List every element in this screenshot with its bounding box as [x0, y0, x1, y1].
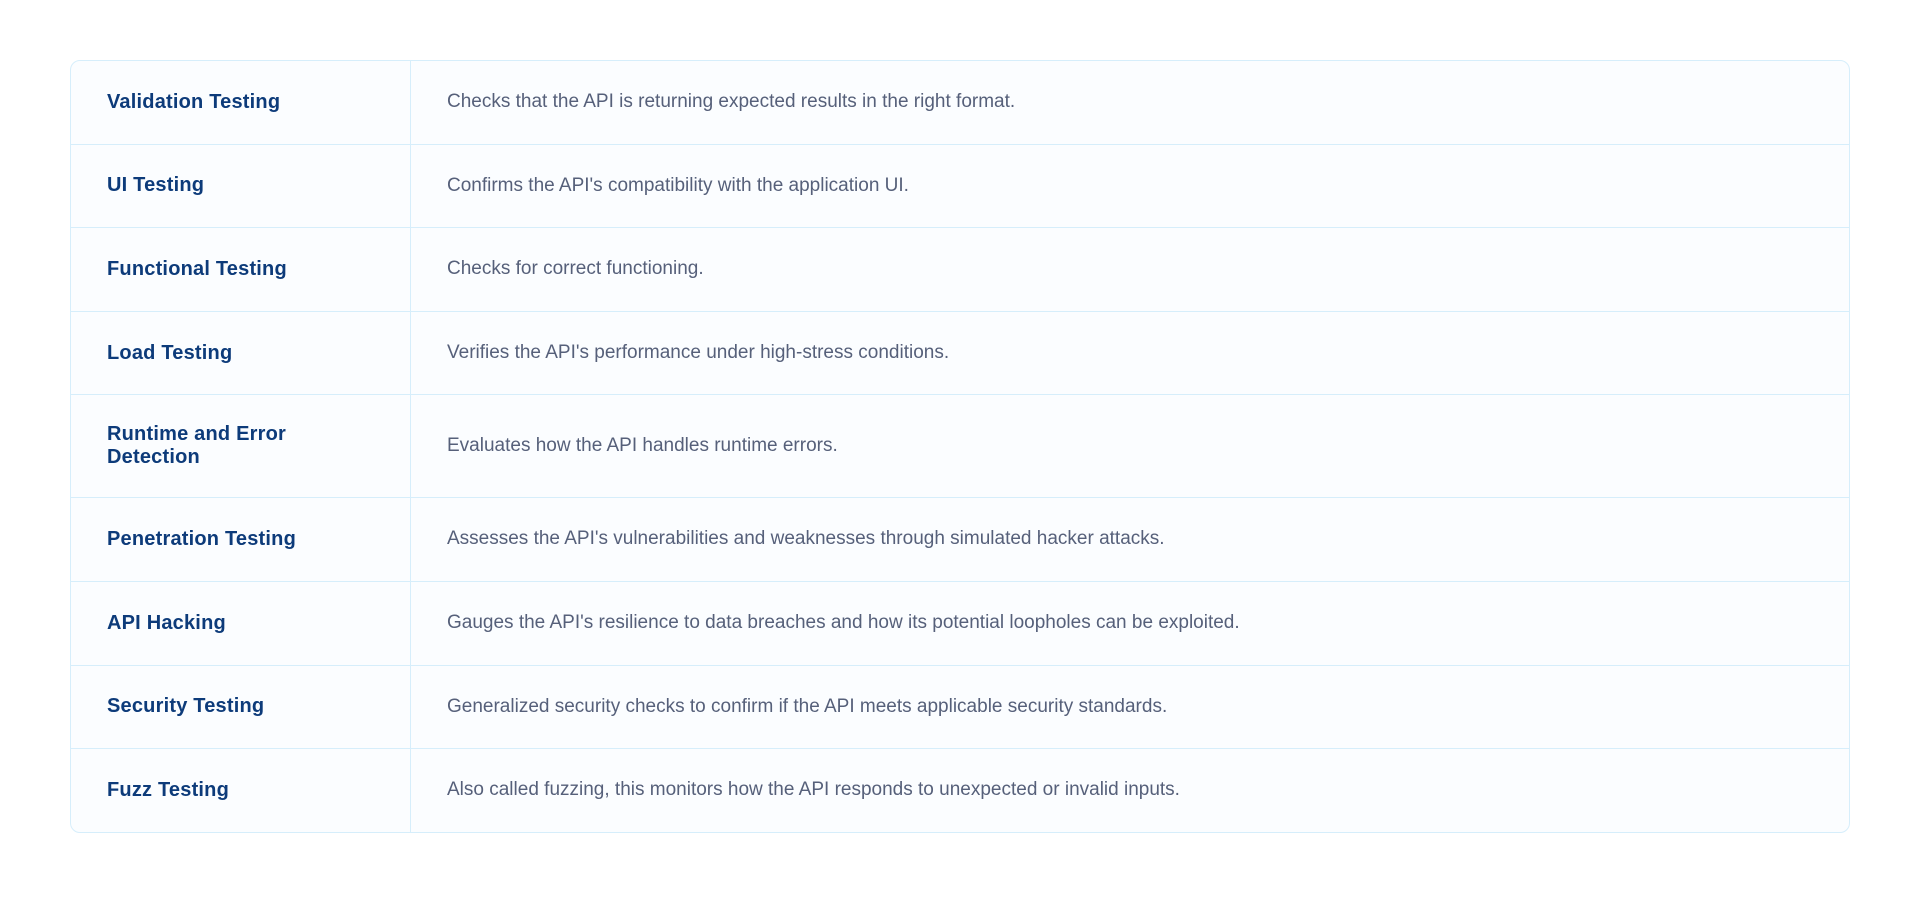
- term-cell: API Hacking: [71, 582, 411, 665]
- term-cell: Load Testing: [71, 312, 411, 395]
- description-cell: Verifies the API's performance under hig…: [411, 312, 1849, 395]
- table-row: Runtime and Error Detection Evaluates ho…: [71, 395, 1849, 498]
- term-label: Functional Testing: [107, 258, 287, 281]
- description-cell: Confirms the API's compatibility with th…: [411, 145, 1849, 228]
- term-label: Penetration Testing: [107, 528, 296, 551]
- term-cell: UI Testing: [71, 145, 411, 228]
- term-label: API Hacking: [107, 612, 226, 635]
- term-cell: Validation Testing: [71, 61, 411, 144]
- table-row: Security Testing Generalized security ch…: [71, 666, 1849, 750]
- description-cell: Generalized security checks to confirm i…: [411, 666, 1849, 749]
- table-row: Functional Testing Checks for correct fu…: [71, 228, 1849, 312]
- description-text: Gauges the API's resilience to data brea…: [447, 610, 1240, 637]
- description-cell: Assesses the API's vulnerabilities and w…: [411, 498, 1849, 581]
- description-cell: Gauges the API's resilience to data brea…: [411, 582, 1849, 665]
- description-text: Also called fuzzing, this monitors how t…: [447, 777, 1180, 804]
- description-text: Evaluates how the API handles runtime er…: [447, 433, 838, 460]
- table-row: Penetration Testing Assesses the API's v…: [71, 498, 1849, 582]
- term-label: Validation Testing: [107, 91, 280, 114]
- term-cell: Functional Testing: [71, 228, 411, 311]
- description-cell: Checks that the API is returning expecte…: [411, 61, 1849, 144]
- table-row: Load Testing Verifies the API's performa…: [71, 312, 1849, 396]
- description-cell: Checks for correct functioning.: [411, 228, 1849, 311]
- term-label: Runtime and Error Detection: [107, 423, 380, 469]
- description-text: Generalized security checks to confirm i…: [447, 694, 1167, 721]
- term-cell: Security Testing: [71, 666, 411, 749]
- testing-types-table: Validation Testing Checks that the API i…: [70, 60, 1850, 833]
- description-cell: Also called fuzzing, this monitors how t…: [411, 749, 1849, 832]
- description-cell: Evaluates how the API handles runtime er…: [411, 395, 1849, 497]
- term-label: Security Testing: [107, 695, 264, 718]
- description-text: Checks that the API is returning expecte…: [447, 89, 1015, 116]
- table-row: Fuzz Testing Also called fuzzing, this m…: [71, 749, 1849, 832]
- description-text: Verifies the API's performance under hig…: [447, 340, 949, 367]
- table-row: Validation Testing Checks that the API i…: [71, 61, 1849, 145]
- description-text: Confirms the API's compatibility with th…: [447, 173, 909, 200]
- term-label: UI Testing: [107, 174, 204, 197]
- term-label: Fuzz Testing: [107, 779, 229, 802]
- description-text: Checks for correct functioning.: [447, 256, 704, 283]
- term-cell: Runtime and Error Detection: [71, 395, 411, 497]
- term-label: Load Testing: [107, 342, 232, 365]
- term-cell: Fuzz Testing: [71, 749, 411, 832]
- table-row: API Hacking Gauges the API's resilience …: [71, 582, 1849, 666]
- description-text: Assesses the API's vulnerabilities and w…: [447, 526, 1165, 553]
- table-row: UI Testing Confirms the API's compatibil…: [71, 145, 1849, 229]
- term-cell: Penetration Testing: [71, 498, 411, 581]
